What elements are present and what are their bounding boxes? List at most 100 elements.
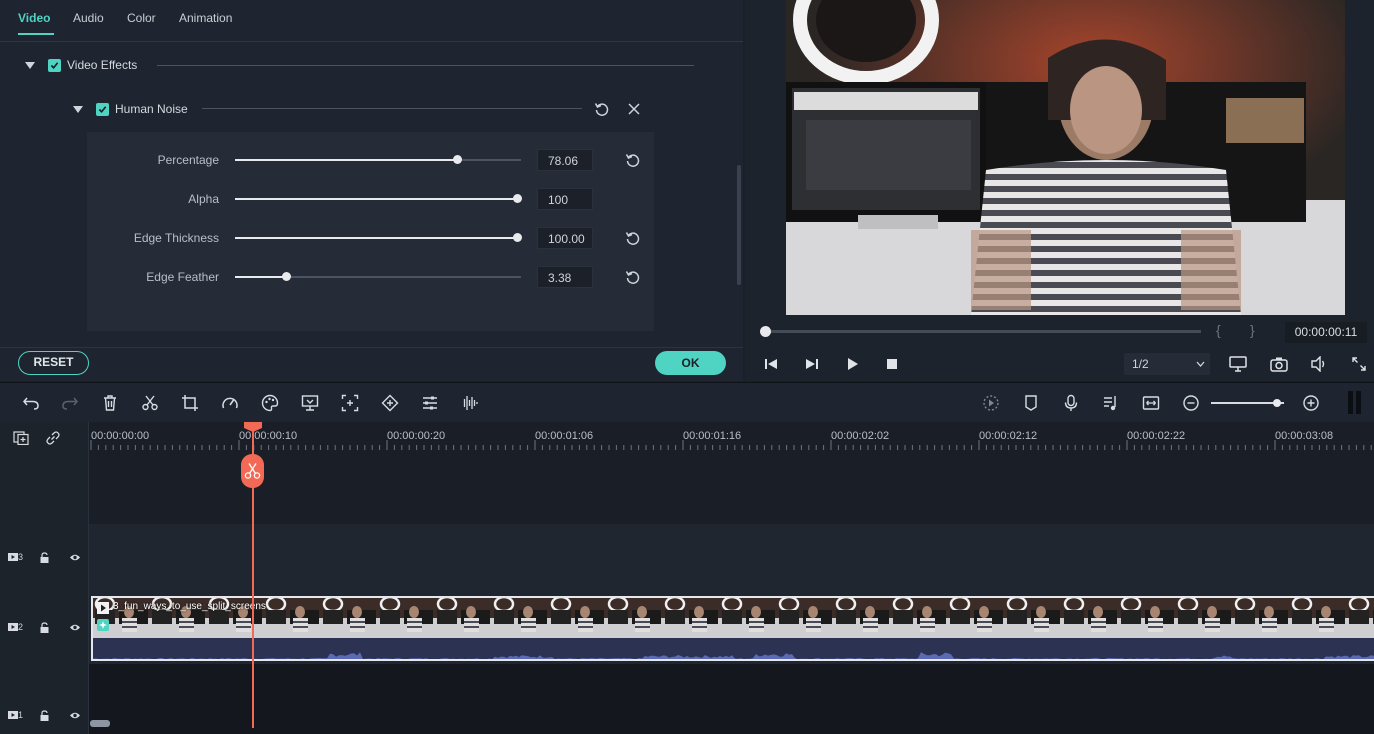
effect-enable-checkbox[interactable]: [96, 102, 109, 116]
remove-effect-icon[interactable]: [627, 102, 641, 116]
alpha-value-input[interactable]: 100: [537, 188, 593, 210]
delete-icon[interactable]: [101, 394, 119, 412]
slider-handle[interactable]: [513, 233, 522, 242]
greenscreen-icon[interactable]: [301, 394, 319, 412]
ruler-label: 00:00:01:16: [683, 430, 742, 442]
video-effects-header: Video Effects: [25, 58, 137, 72]
section-divider: [157, 65, 694, 66]
ruler-label: 00:00:02:12: [979, 430, 1038, 442]
audio-mix-icon[interactable]: [1102, 394, 1120, 412]
lock-icon[interactable]: [40, 622, 49, 633]
percentage-reset-icon[interactable]: [625, 152, 641, 168]
ruler-label: 00:00:02:02: [831, 430, 890, 442]
edge-feather-reset-icon[interactable]: [625, 269, 641, 285]
playback-quality-select[interactable]: 1/2: [1124, 353, 1210, 375]
quality-value: 1/2: [1132, 357, 1149, 371]
lock-icon[interactable]: [40, 552, 49, 563]
clip-type-icon: [97, 602, 109, 614]
zoom-out-icon[interactable]: [1182, 394, 1200, 412]
speed-icon[interactable]: [221, 394, 239, 412]
ruler-label: 00:00:00:00: [91, 430, 150, 442]
edge-thickness-value-input[interactable]: 100.00: [537, 227, 593, 249]
video-clip[interactable]: 3_fun_ways_to_use_split_screens: [91, 596, 1374, 661]
effect-reset-icon[interactable]: [594, 101, 610, 117]
marker-icon[interactable]: [1022, 394, 1040, 412]
video-track-icon: [8, 711, 18, 719]
timeline-ruler[interactable]: 00:00:00:00 00:00:00:10 00:00:00:20 00:0…: [89, 422, 1374, 452]
adjust-icon[interactable]: [421, 394, 439, 412]
timecode-display: 00:00:00:11: [1285, 322, 1367, 343]
tab-audio[interactable]: Audio: [73, 11, 104, 25]
display-icon[interactable]: [1229, 356, 1247, 372]
undo-icon[interactable]: [22, 394, 40, 412]
track-number: 2: [18, 622, 24, 632]
stop-icon[interactable]: [886, 358, 898, 370]
playback-handle[interactable]: [760, 326, 771, 337]
ruler-label: 00:00:00:10: [239, 430, 298, 442]
slider-handle[interactable]: [513, 194, 522, 203]
scissors-icon: [244, 463, 261, 479]
track-number: 3: [18, 552, 24, 562]
audio-waveform: [93, 638, 1374, 659]
edge-feather-slider[interactable]: [235, 272, 521, 281]
param-label: Percentage: [157, 153, 219, 167]
slider-handle[interactable]: [452, 155, 462, 164]
alpha-slider[interactable]: [235, 194, 522, 203]
tab-video[interactable]: Video: [18, 11, 50, 25]
tab-color[interactable]: Color: [127, 11, 156, 25]
edge-thickness-slider[interactable]: [235, 233, 522, 242]
render-icon[interactable]: [982, 394, 1000, 412]
property-tabs: Video Audio Color Animation: [0, 0, 743, 42]
effect-applied-icon: [97, 619, 109, 631]
volume-icon[interactable]: [1311, 356, 1327, 372]
collapse-triangle-icon[interactable]: [73, 105, 83, 113]
tab-animation[interactable]: Animation: [179, 11, 232, 25]
snapshot-icon[interactable]: [1270, 356, 1288, 372]
clip-name: 3_fun_ways_to_use_split_screens: [113, 601, 266, 612]
eye-icon[interactable]: [69, 711, 81, 720]
fit-icon[interactable]: [1142, 394, 1160, 412]
ok-button[interactable]: OK: [655, 351, 726, 375]
link-icon[interactable]: [45, 430, 61, 446]
edge-thickness-reset-icon[interactable]: [625, 230, 641, 246]
preview-panel: [745, 0, 1374, 381]
cut-icon[interactable]: [141, 394, 159, 412]
fullscreen-icon[interactable]: [1352, 357, 1366, 371]
edge-feather-value-input[interactable]: 3.38: [537, 266, 593, 288]
mark-in-button[interactable]: {: [1216, 322, 1221, 338]
add-track-icon[interactable]: [13, 431, 29, 445]
playback-progress[interactable]: [765, 330, 1201, 333]
collapse-triangle-icon[interactable]: [25, 61, 35, 69]
eye-icon[interactable]: [69, 623, 81, 632]
effect-name: Human Noise: [115, 102, 188, 116]
mark-out-button[interactable]: }: [1250, 322, 1255, 338]
previous-frame-icon[interactable]: [764, 357, 778, 371]
track-number: 1: [18, 710, 24, 720]
freeze-icon[interactable]: [341, 394, 359, 412]
chevron-down-icon: [1196, 361, 1205, 367]
percentage-slider[interactable]: [235, 155, 521, 164]
eye-icon[interactable]: [69, 553, 81, 562]
reset-button[interactable]: RESET: [18, 351, 89, 375]
redo-icon[interactable]: [61, 394, 79, 412]
track-2-header: 2: [8, 622, 23, 632]
video-effects-checkbox[interactable]: [48, 58, 61, 72]
panel-scrollbar[interactable]: [737, 165, 741, 285]
zoom-slider-handle[interactable]: [1272, 399, 1281, 407]
timeline-scrollbar[interactable]: [90, 720, 110, 727]
pause-render-icon[interactable]: [1348, 391, 1362, 414]
voiceover-icon[interactable]: [1062, 394, 1080, 412]
play-icon[interactable]: [846, 357, 860, 371]
lock-icon[interactable]: [40, 710, 49, 721]
percentage-value-input[interactable]: 78.06: [537, 149, 593, 171]
next-frame-icon[interactable]: [805, 357, 819, 371]
zoom-in-icon[interactable]: [1302, 394, 1320, 412]
properties-panel: Video Audio Color Animation Video Effect…: [0, 0, 743, 381]
audio-wave-icon[interactable]: [461, 394, 479, 412]
color-icon[interactable]: [261, 394, 279, 412]
track-1-lane: [0, 664, 1374, 734]
keyframe-icon[interactable]: [381, 394, 399, 412]
zoom-slider[interactable]: [1211, 399, 1284, 407]
split-button[interactable]: [241, 454, 264, 488]
crop-icon[interactable]: [181, 394, 199, 412]
